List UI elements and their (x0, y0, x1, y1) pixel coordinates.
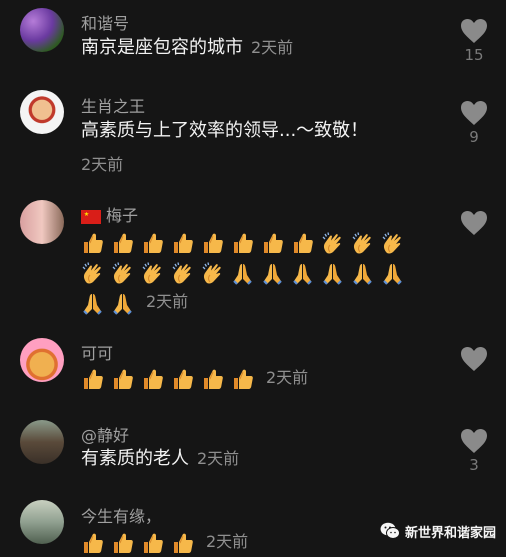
watermark-text: 新世界和谐家园 (405, 525, 497, 541)
thumbs-up-emoji (171, 531, 194, 555)
thumbs-up-emoji (111, 531, 134, 555)
watermark: 新世界和谐家园 (380, 519, 496, 543)
comment-time: 2天前 (206, 532, 249, 551)
thumbs-up-emoji (141, 531, 164, 555)
username[interactable]: 今生有缘， (81, 503, 161, 527)
avatar[interactable] (20, 500, 64, 544)
wechat-icon (380, 522, 400, 539)
comment-item: 今生有缘， 2天前 (0, 0, 506, 553)
thumbs-up-emoji (81, 531, 104, 555)
